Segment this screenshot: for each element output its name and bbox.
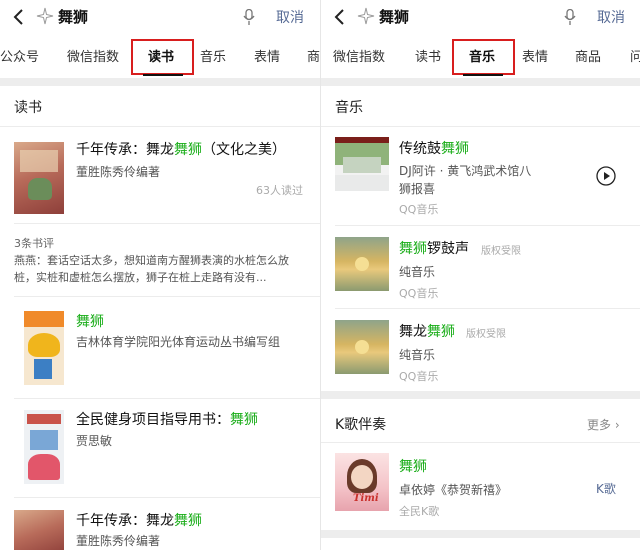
book-author: 董胜陈秀伶编著 [76,534,161,548]
song-cover [335,320,389,374]
song-artist: 纯音乐 [399,265,436,279]
review-count: 3条书评 [14,237,54,250]
review-text[interactable]: 燕燕：套话空话太多，想知道南方醒狮表演的水桩怎么放桩，实桩和虚桩怎么摆放，狮子在… [14,252,310,286]
search-bar: 舞狮 取消 [0,0,320,36]
divider [14,497,320,498]
more-link[interactable]: 更多 › [587,416,620,433]
song-source: QQ音乐 [399,203,439,216]
section-title-karaoke: K歌伴奏 [335,417,387,433]
tab-products[interactable]: 商品 [575,46,601,65]
category-tabs: 微信指数 读书 音乐 表情 商品 问 [321,36,640,76]
sparkle-icon [357,7,375,25]
readers-count: 63人读过 [256,184,303,197]
book-title: 千年传承：舞龙舞狮 [76,513,202,529]
tab-wechat-index[interactable]: 微信指数 [67,46,119,65]
back-arrow-icon[interactable] [10,7,28,27]
search-query[interactable]: 舞狮 [379,6,409,27]
song-title: 舞龙舞狮 [399,324,455,340]
tab-stickers[interactable]: 表情 [522,46,548,65]
karaoke-title: 舞狮 [399,459,427,475]
microphone-icon[interactable] [564,9,576,26]
section-separator [321,391,640,399]
song-source: QQ音乐 [399,370,439,383]
section-separator [321,530,640,538]
tab-reading[interactable]: 读书 [415,46,441,65]
book-author: 吉林体育学院阳光体育运动丛书编写组 [76,335,281,349]
play-icon[interactable] [596,166,616,186]
sparkle-icon [36,7,54,25]
song-artist: 纯音乐 [399,348,436,362]
song-title: 传统鼓舞狮 [399,141,469,157]
microphone-icon[interactable] [243,9,255,26]
back-arrow-icon[interactable] [331,7,349,27]
book-title: 全民健身项目指导用书：舞狮 [76,412,258,428]
tab-products[interactable]: 商 [307,46,320,65]
section-title-reading: 读书 [14,100,42,116]
song-cover [335,237,389,291]
book-title: 千年传承：舞龙舞狮（文化之美） [76,142,286,158]
sing-karaoke-button[interactable]: K歌 [596,480,616,497]
book-author: 贾思敏 [76,434,113,448]
copyright-tag: 版权受限 [481,246,521,257]
divider [14,223,320,224]
divider [14,398,320,399]
book-author: 董胜陈秀伶编著 [76,165,161,179]
divider [321,442,640,443]
song-cover [335,137,389,191]
karaoke-source: 全民K歌 [399,505,440,518]
book-cover [24,311,64,385]
active-tab-indicator [143,74,183,76]
search-query[interactable]: 舞狮 [58,6,88,27]
tab-music[interactable]: 音乐 [200,46,226,65]
left-screen: 舞狮 取消 公众号 微信指数 读书 音乐 表情 商 读书 千年传承：舞龙舞狮（文… [0,0,320,550]
song-source: QQ音乐 [399,287,439,300]
tab-wechat-index[interactable]: 微信指数 [333,46,385,65]
divider [335,225,640,226]
divider [14,296,320,297]
book-cover [24,410,64,484]
song-artist: DJ阿许 · 黄飞鸿武术馆八 [399,164,532,178]
book-cover [14,142,64,214]
search-bar: 舞狮 取消 [321,0,640,36]
active-tab-indicator [463,74,503,76]
tab-stickers[interactable]: 表情 [254,46,280,65]
book-title: 舞狮 [76,314,104,330]
book-cover [14,510,64,550]
cancel-button[interactable]: 取消 [597,7,625,27]
tab-official-accounts[interactable]: 公众号 [0,46,39,65]
divider [335,308,640,309]
divider [0,126,320,127]
divider [321,126,640,127]
copyright-tag: 版权受限 [466,329,506,340]
section-separator [321,78,640,86]
right-screen: 舞狮 取消 微信指数 读书 音乐 表情 商品 问 音乐 传统鼓舞狮 DJ阿许 ·… [320,0,640,550]
section-title-music: 音乐 [335,100,363,116]
category-tabs: 公众号 微信指数 读书 音乐 表情 商 [0,36,320,76]
cover-logo: Timi [353,493,379,504]
section-separator [0,78,320,86]
song-title: 舞狮锣鼓声 [399,241,469,257]
song-artist-cont: 狮报喜 [399,182,436,196]
karaoke-cover: Timi [335,453,389,511]
tab-reading[interactable]: 读书 [148,46,174,65]
tab-music[interactable]: 音乐 [469,46,495,65]
cancel-button[interactable]: 取消 [276,7,304,27]
tab-questions[interactable]: 问 [630,46,640,65]
karaoke-artist: 卓依婷《恭贺新禧》 [399,483,508,497]
